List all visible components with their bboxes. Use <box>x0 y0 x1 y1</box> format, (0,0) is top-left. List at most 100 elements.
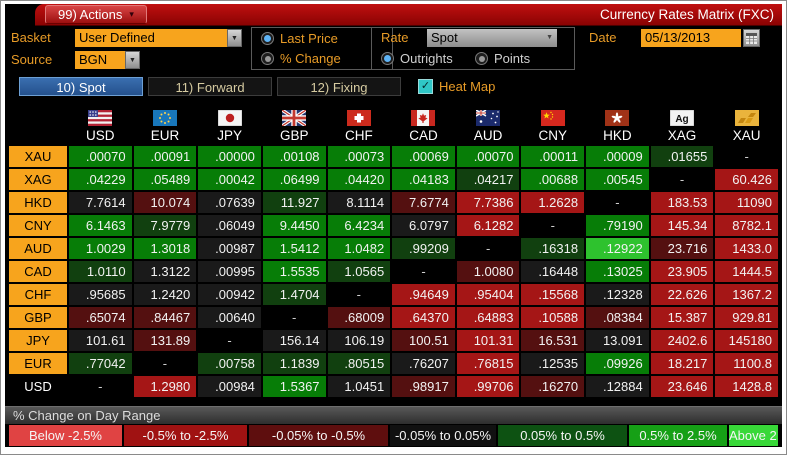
rate-cell-jpy-gbp[interactable]: 156.14 <box>262 330 326 351</box>
rate-cell-aud-cad[interactable]: .99209 <box>392 238 455 259</box>
rate-cell-xag-xag[interactable]: - <box>650 169 714 190</box>
row-label-usd[interactable]: USD <box>9 376 67 397</box>
rate-cell-cny-cad[interactable]: 6.0797 <box>392 215 455 236</box>
rate-cell-eur-aud[interactable]: .76815 <box>456 353 520 374</box>
rate-cell-cad-usd[interactable]: 1.0110 <box>69 261 132 282</box>
rate-select[interactable]: Spot ▼ <box>427 29 557 47</box>
rate-cell-aud-eur[interactable]: 1.3018 <box>133 238 197 259</box>
rate-cell-jpy-aud[interactable]: 101.31 <box>456 330 520 351</box>
row-label-xau[interactable]: XAU <box>9 146 67 167</box>
rate-cell-chf-chf[interactable]: - <box>327 284 391 305</box>
outrights-radio[interactable]: Outrights <box>381 51 453 66</box>
row-label-aud[interactable]: AUD <box>9 238 67 259</box>
rate-cell-cad-cad[interactable]: - <box>392 261 455 282</box>
rate-cell-cny-jpy[interactable]: .06049 <box>198 215 261 236</box>
rate-cell-eur-gbp[interactable]: 1.1839 <box>262 353 326 374</box>
row-label-cad[interactable]: CAD <box>9 261 67 282</box>
rate-cell-hkd-xau[interactable]: 11090 <box>715 192 778 213</box>
rate-cell-eur-eur[interactable]: - <box>133 353 197 374</box>
rate-cell-usd-xau[interactable]: 1428.8 <box>715 376 778 397</box>
row-label-gbp[interactable]: GBP <box>9 307 67 328</box>
rate-cell-gbp-hkd[interactable]: .08384 <box>586 307 649 328</box>
rate-cell-usd-cny[interactable]: .16270 <box>521 376 585 397</box>
rate-cell-usd-jpy[interactable]: .00984 <box>198 376 261 397</box>
row-label-jpy[interactable]: JPY <box>9 330 67 351</box>
rate-cell-chf-eur[interactable]: 1.2420 <box>133 284 197 305</box>
rate-cell-eur-jpy[interactable]: .00758 <box>198 353 261 374</box>
rate-cell-hkd-gbp[interactable]: 11.927 <box>262 192 326 213</box>
rate-cell-cad-xag[interactable]: 23.905 <box>650 261 714 282</box>
row-label-hkd[interactable]: HKD <box>9 192 67 213</box>
rate-cell-jpy-hkd[interactable]: 13.091 <box>586 330 649 351</box>
tab--fixing[interactable]: 12) Fixing <box>277 76 401 96</box>
rate-cell-hkd-aud[interactable]: 7.7386 <box>456 192 520 213</box>
rate-cell-chf-hkd[interactable]: .12328 <box>586 284 649 305</box>
rate-cell-aud-xau[interactable]: 1433.0 <box>715 238 778 259</box>
rate-cell-gbp-eur[interactable]: .84467 <box>133 307 197 328</box>
rate-cell-jpy-cad[interactable]: 100.51 <box>392 330 455 351</box>
column-header-eur[interactable]: EUR <box>134 128 197 144</box>
rate-cell-hkd-xag[interactable]: 183.53 <box>650 192 714 213</box>
source-dropdown-arrow-icon[interactable]: ▼ <box>125 51 140 69</box>
rate-cell-eur-usd[interactable]: .77042 <box>69 353 132 374</box>
tab--spot[interactable]: 10) Spot <box>19 76 143 96</box>
rate-cell-aud-usd[interactable]: 1.0029 <box>69 238 132 259</box>
rate-cell-aud-jpy[interactable]: .00987 <box>198 238 261 259</box>
rate-cell-xau-cny[interactable]: .00011 <box>521 146 585 167</box>
rate-cell-usd-usd[interactable]: - <box>69 376 132 397</box>
basket-dropdown-arrow-icon[interactable]: ▼ <box>227 29 242 47</box>
rate-cell-gbp-chf[interactable]: .68009 <box>327 307 391 328</box>
rate-cell-xag-aud[interactable]: .04217 <box>456 169 520 190</box>
rate-cell-eur-chf[interactable]: .80515 <box>327 353 391 374</box>
source-select[interactable]: BGN <box>75 51 125 69</box>
rate-cell-chf-usd[interactable]: .95685 <box>69 284 132 305</box>
rate-cell-xag-xau[interactable]: 60.426 <box>715 169 778 190</box>
rate-cell-aud-cny[interactable]: .16318 <box>521 238 585 259</box>
column-header-xag[interactable]: XAG <box>651 128 714 144</box>
rate-cell-xag-jpy[interactable]: .00042 <box>198 169 261 190</box>
rate-cell-cny-usd[interactable]: 6.1463 <box>69 215 132 236</box>
rate-cell-aud-xag[interactable]: 23.716 <box>650 238 714 259</box>
rate-cell-cny-cny[interactable]: - <box>521 215 585 236</box>
rate-cell-xag-usd[interactable]: .04229 <box>69 169 132 190</box>
rate-cell-jpy-eur[interactable]: 131.89 <box>133 330 197 351</box>
rate-cell-gbp-gbp[interactable]: - <box>262 307 326 328</box>
rate-cell-xag-cad[interactable]: .04183 <box>392 169 455 190</box>
last-price-radio[interactable]: Last Price <box>261 31 338 46</box>
tab--forward[interactable]: 11) Forward <box>148 76 272 96</box>
rate-cell-hkd-cad[interactable]: 7.6774 <box>392 192 455 213</box>
rate-cell-usd-hkd[interactable]: .12884 <box>586 376 649 397</box>
rate-cell-xau-eur[interactable]: .00091 <box>133 146 197 167</box>
rate-cell-cny-eur[interactable]: 7.9779 <box>133 215 197 236</box>
row-label-eur[interactable]: EUR <box>9 353 67 374</box>
rate-cell-eur-cny[interactable]: .12535 <box>521 353 585 374</box>
rate-cell-usd-aud[interactable]: .99706 <box>456 376 520 397</box>
rate-cell-usd-eur[interactable]: 1.2980 <box>133 376 197 397</box>
column-header-chf[interactable]: CHF <box>328 128 391 144</box>
rate-cell-chf-aud[interactable]: .95404 <box>456 284 520 305</box>
column-header-cny[interactable]: CNY <box>521 128 584 144</box>
rate-cell-usd-cad[interactable]: .98917 <box>392 376 455 397</box>
points-radio[interactable]: Points <box>475 51 530 66</box>
rate-cell-jpy-xau[interactable]: 145180 <box>715 330 778 351</box>
rate-cell-usd-xag[interactable]: 23.646 <box>650 376 714 397</box>
rate-cell-gbp-jpy[interactable]: .00640 <box>198 307 261 328</box>
rate-cell-aud-hkd[interactable]: .12922 <box>586 238 649 259</box>
rate-cell-eur-xag[interactable]: 18.217 <box>650 353 714 374</box>
rate-cell-cad-cny[interactable]: .16448 <box>521 261 585 282</box>
rate-cell-xau-aud[interactable]: .00070 <box>456 146 520 167</box>
rate-cell-aud-gbp[interactable]: 1.5412 <box>262 238 326 259</box>
rate-cell-gbp-xag[interactable]: 15.387 <box>650 307 714 328</box>
rate-cell-xau-gbp[interactable]: .00108 <box>262 146 326 167</box>
row-label-cny[interactable]: CNY <box>9 215 67 236</box>
row-label-xag[interactable]: XAG <box>9 169 67 190</box>
rate-cell-xag-gbp[interactable]: .06499 <box>262 169 326 190</box>
rate-cell-usd-gbp[interactable]: 1.5367 <box>262 376 326 397</box>
rate-cell-eur-hkd[interactable]: .09926 <box>586 353 649 374</box>
rate-cell-hkd-hkd[interactable]: - <box>586 192 649 213</box>
rate-cell-cad-chf[interactable]: 1.0565 <box>327 261 391 282</box>
column-header-xau[interactable]: XAU <box>715 128 778 144</box>
rate-cell-xag-chf[interactable]: .04420 <box>327 169 391 190</box>
rate-cell-cny-chf[interactable]: 6.4234 <box>327 215 391 236</box>
rate-cell-cny-xag[interactable]: 145.34 <box>650 215 714 236</box>
